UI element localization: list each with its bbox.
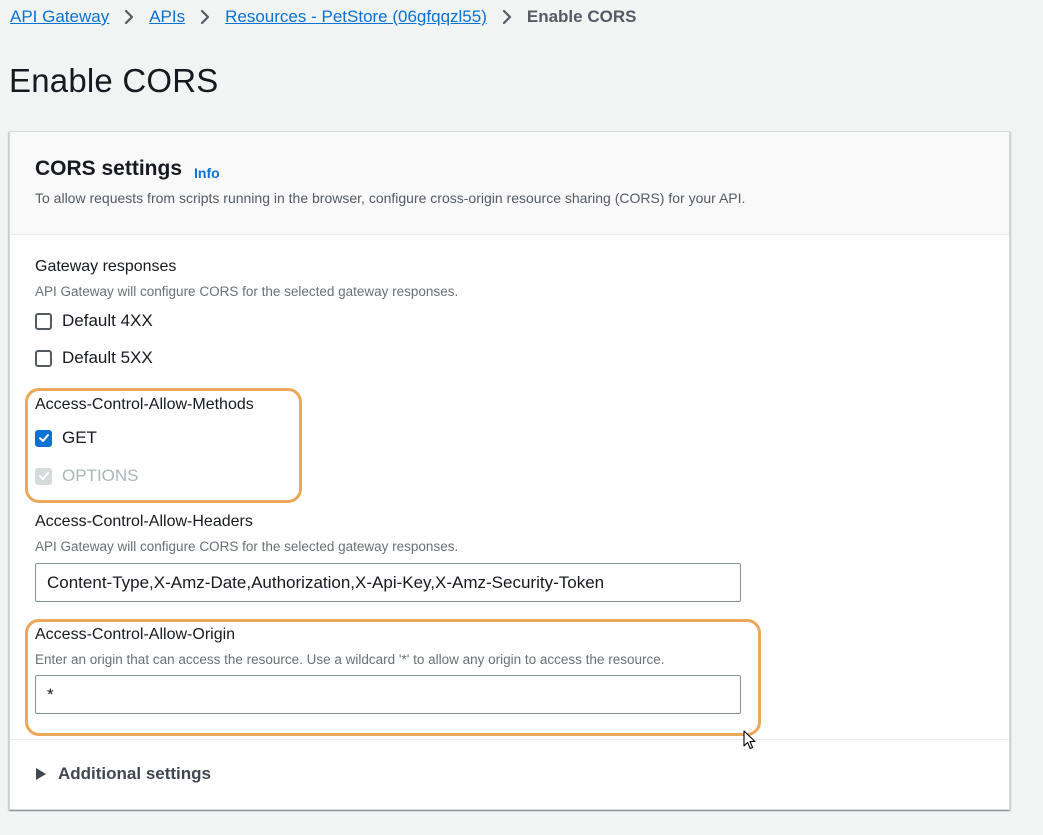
allow-origin-description: Enter an origin that can access the reso… bbox=[35, 652, 665, 667]
chevron-right-icon bbox=[487, 5, 527, 29]
info-link[interactable]: Info bbox=[194, 165, 220, 181]
allow-methods-label: Access-Control-Allow-Methods bbox=[35, 396, 254, 413]
options-label: OPTIONS bbox=[62, 466, 139, 485]
page-title: Enable CORS bbox=[9, 62, 219, 99]
gateway-responses-label: Gateway responses bbox=[35, 258, 177, 275]
allow-headers-input[interactable]: Content-Type,X-Amz-Date,Authorization,X-… bbox=[35, 563, 741, 602]
options-method-option: OPTIONS bbox=[35, 465, 139, 487]
default-5xx-option[interactable]: Default 5XX bbox=[35, 347, 153, 369]
breadcrumb-apis-link[interactable]: APIs bbox=[149, 7, 185, 27]
breadcrumb-current: Enable CORS bbox=[526, 7, 637, 26]
gateway-responses-description: API Gateway will configure CORS for the … bbox=[35, 284, 459, 299]
section-divider bbox=[10, 739, 1009, 740]
checkmark-icon bbox=[38, 472, 49, 480]
get-checkbox[interactable] bbox=[35, 429, 52, 447]
allow-headers-description: API Gateway will configure CORS for the … bbox=[35, 539, 459, 554]
checkmark-icon bbox=[38, 434, 49, 442]
default-4xx-label: Default 4XX bbox=[62, 311, 153, 330]
allow-origin-label: Access-Control-Allow-Origin bbox=[35, 626, 236, 643]
panel-header: CORS settings Info To allow requests fro… bbox=[10, 132, 1009, 235]
additional-settings-label: Additional settings bbox=[58, 764, 211, 783]
chevron-right-icon bbox=[185, 5, 225, 29]
breadcrumb: API Gateway APIs Resources - PetStore (0… bbox=[10, 5, 636, 29]
allow-origin-input[interactable]: * bbox=[35, 675, 741, 714]
breadcrumb-resources-link[interactable]: Resources - PetStore (06gfqqzl55) bbox=[225, 7, 487, 27]
default-5xx-checkbox[interactable] bbox=[35, 349, 52, 367]
chevron-right-icon bbox=[109, 5, 149, 29]
mouse-pointer-icon bbox=[743, 730, 756, 750]
options-checkbox bbox=[35, 467, 52, 485]
get-label: GET bbox=[62, 428, 97, 447]
get-method-option[interactable]: GET bbox=[35, 427, 97, 449]
breadcrumb-api-gateway-link[interactable]: API Gateway bbox=[10, 7, 109, 27]
additional-settings-expander[interactable]: Additional settings bbox=[35, 764, 211, 784]
panel-title: CORS settings bbox=[35, 157, 183, 180]
default-4xx-option[interactable]: Default 4XX bbox=[35, 310, 153, 332]
caret-right-icon bbox=[36, 768, 46, 780]
cors-settings-panel: CORS settings Info To allow requests fro… bbox=[9, 131, 1010, 810]
default-4xx-checkbox[interactable] bbox=[35, 312, 52, 330]
allow-headers-label: Access-Control-Allow-Headers bbox=[35, 513, 253, 530]
panel-description: To allow requests from scripts running i… bbox=[35, 190, 746, 206]
default-5xx-label: Default 5XX bbox=[62, 348, 153, 367]
